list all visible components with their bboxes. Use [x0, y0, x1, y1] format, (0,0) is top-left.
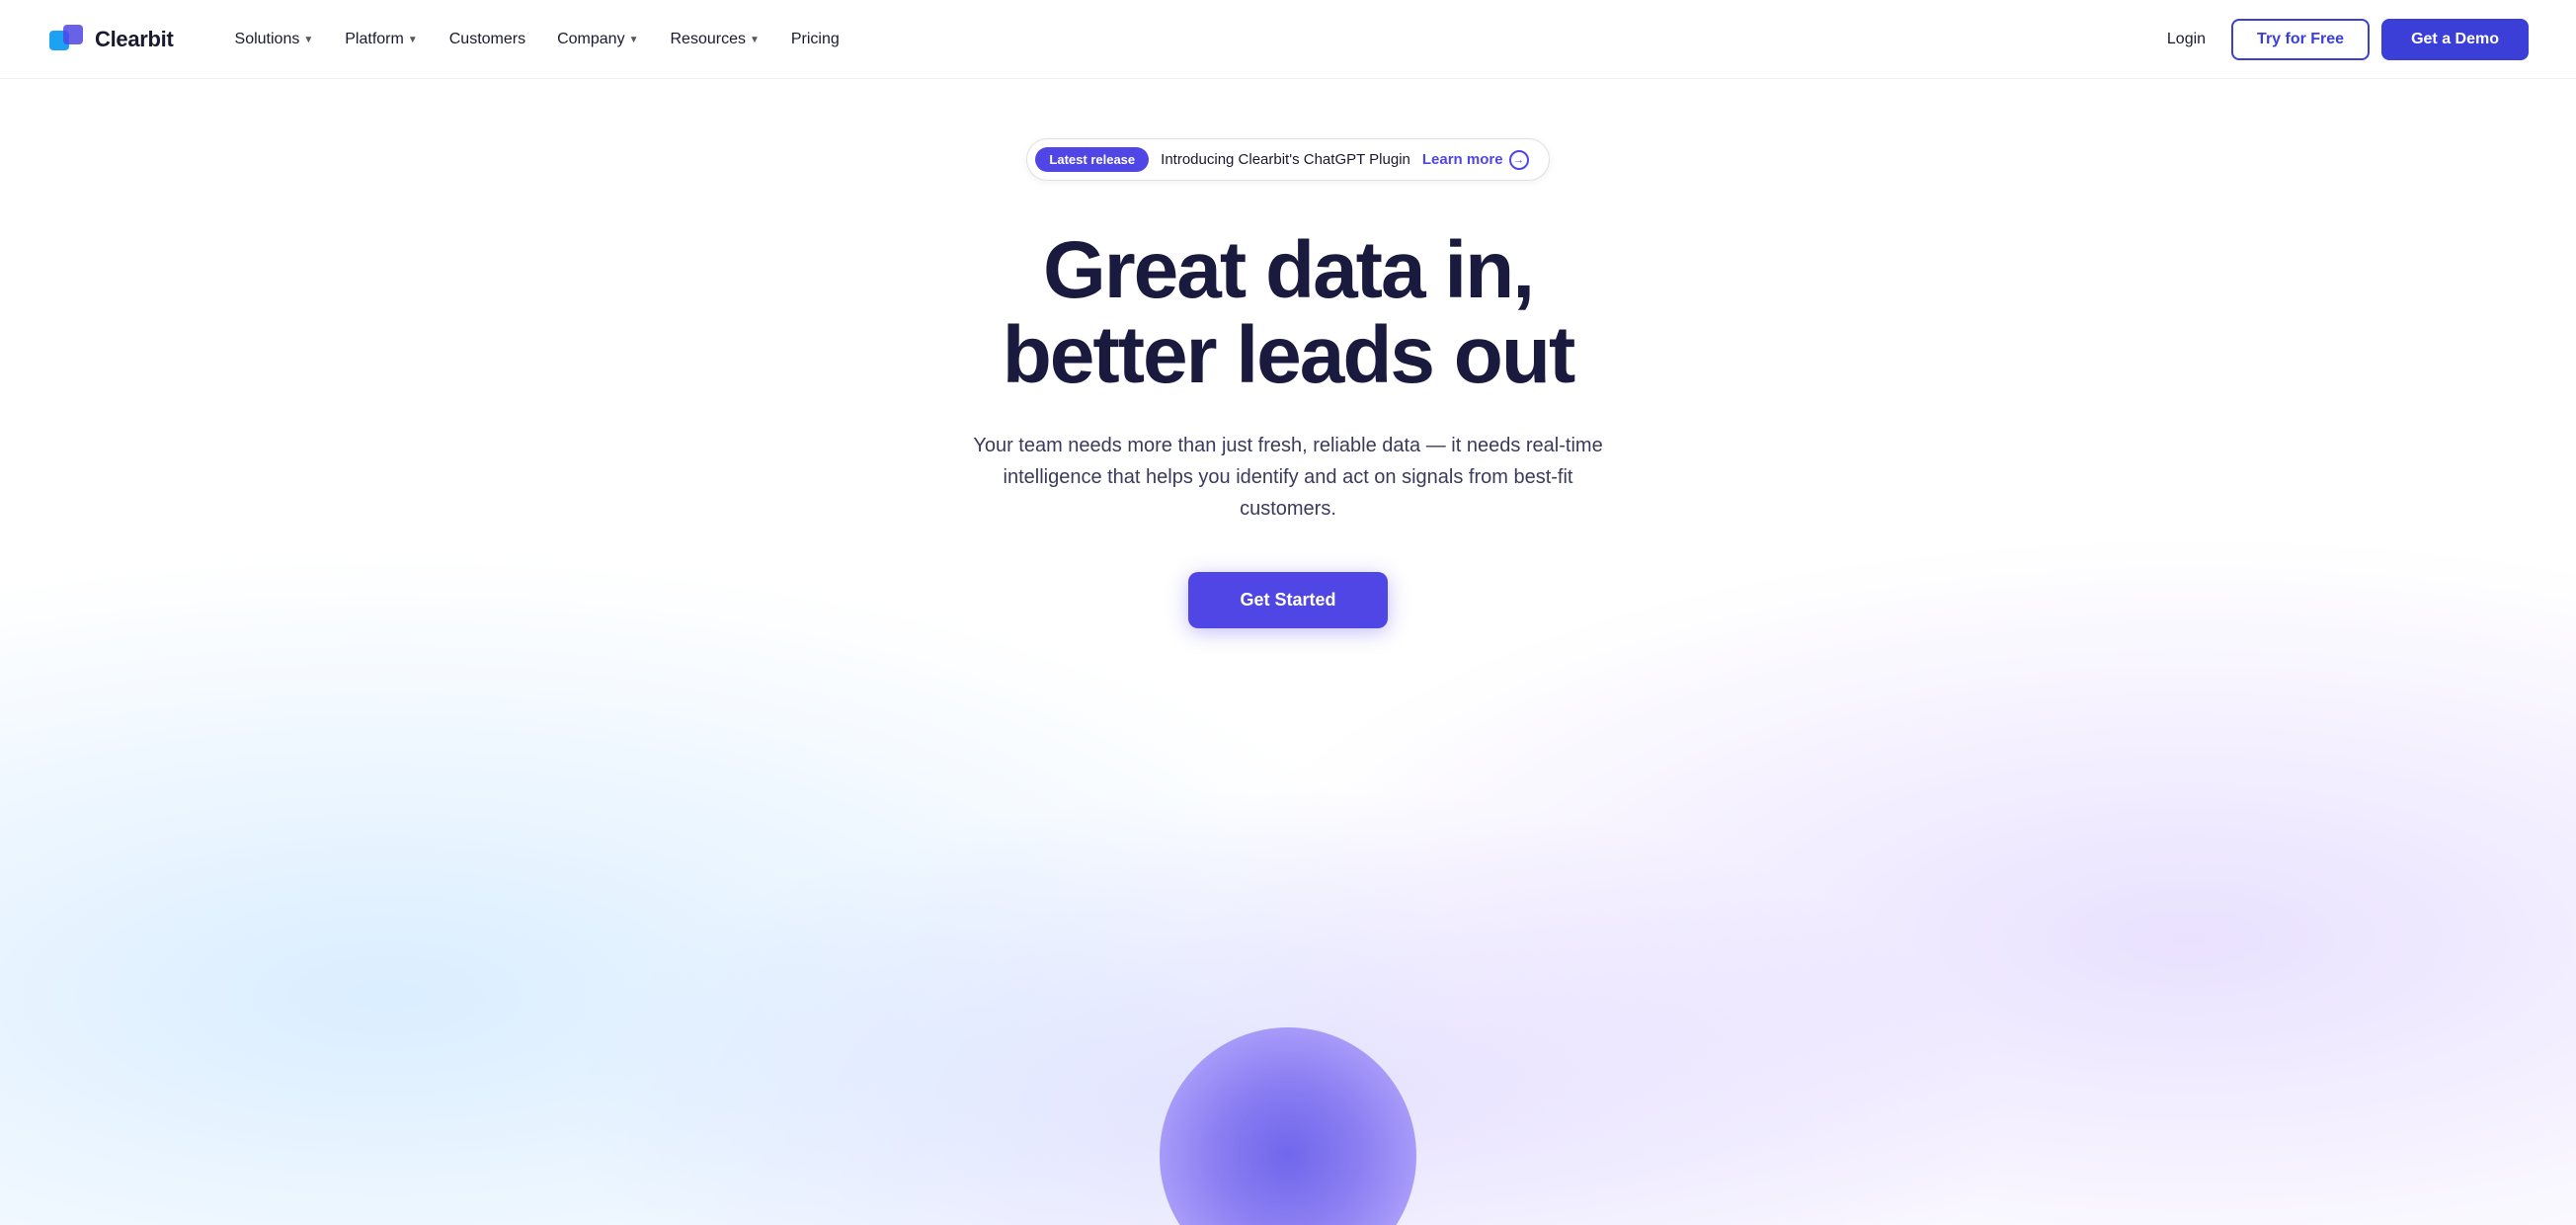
nav-item-customers[interactable]: Customers [436, 23, 539, 56]
chevron-down-icon: ▼ [629, 35, 639, 45]
learn-more-link[interactable]: Learn more → [1422, 150, 1529, 170]
main-nav: Clearbit Solutions ▼ Platform ▼ Customer… [0, 0, 2576, 79]
nav-links: Solutions ▼ Platform ▼ Customers Company… [221, 23, 2153, 56]
chevron-down-icon: ▼ [408, 35, 418, 45]
nav-right: Login Try for Free Get a Demo [2153, 19, 2529, 60]
get-started-button[interactable]: Get Started [1188, 572, 1387, 628]
logo-link[interactable]: Clearbit [47, 21, 174, 58]
hero-section: Latest release Introducing Clearbit's Ch… [0, 79, 2576, 1225]
logo-icon [47, 21, 85, 58]
brand-name: Clearbit [95, 27, 174, 52]
arrow-circle-icon: → [1509, 150, 1529, 170]
chevron-down-icon: ▼ [750, 35, 760, 45]
latest-release-badge: Latest release [1035, 147, 1149, 172]
try-free-button[interactable]: Try for Free [2231, 19, 2370, 60]
nav-item-solutions[interactable]: Solutions ▼ [221, 23, 328, 56]
announcement-banner: Latest release Introducing Clearbit's Ch… [1026, 138, 1549, 181]
nav-item-pricing[interactable]: Pricing [777, 23, 853, 56]
hero-subtext: Your team needs more than just fresh, re… [952, 430, 1624, 525]
nav-item-platform[interactable]: Platform ▼ [331, 23, 431, 56]
hero-headline: Great data in, better leads out [1003, 228, 1574, 398]
bottom-orb-decoration [1160, 1027, 1416, 1225]
nav-item-company[interactable]: Company ▼ [543, 23, 652, 56]
get-demo-button[interactable]: Get a Demo [2381, 19, 2529, 60]
announcement-text: Introducing Clearbit's ChatGPT Plugin [1161, 151, 1410, 168]
login-button[interactable]: Login [2153, 23, 2219, 56]
chevron-down-icon: ▼ [303, 35, 313, 45]
nav-item-resources[interactable]: Resources ▼ [656, 23, 772, 56]
